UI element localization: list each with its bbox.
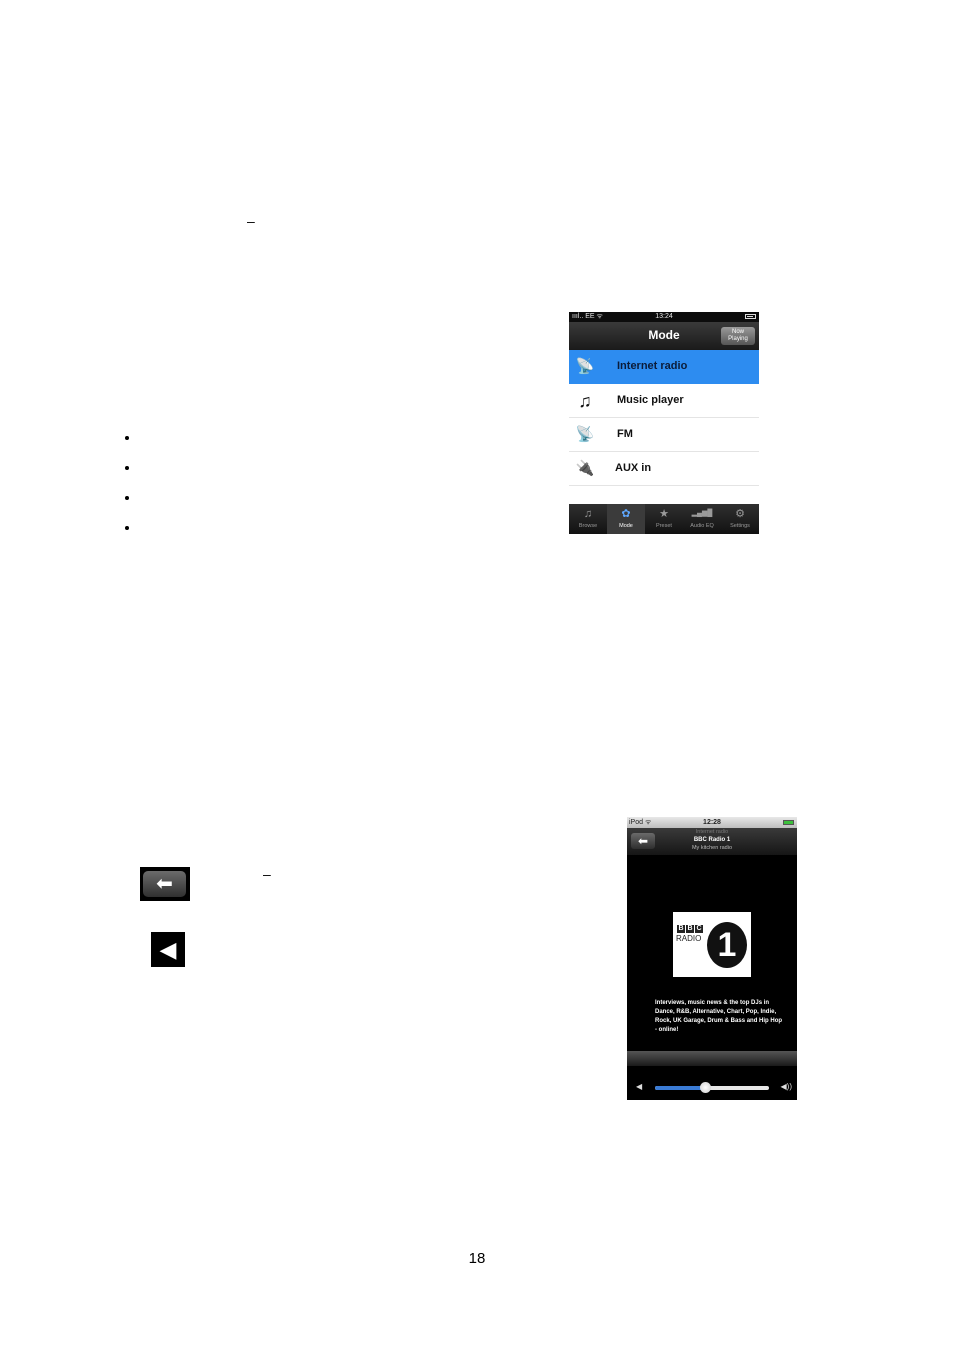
mode-item-internet-radio[interactable]: 📡 Internet radio <box>569 350 759 384</box>
tab-label: Browse <box>578 523 598 529</box>
volume-min-icon: ◀ <box>636 1082 643 1091</box>
tab-label: Preset <box>656 523 672 529</box>
tab-label: Mode <box>619 523 633 529</box>
text-dash: – <box>247 213 255 229</box>
bullet <box>125 526 129 530</box>
back-arrow-icon: ⬅ <box>143 871 186 897</box>
mode-icon: ✿ <box>621 508 631 520</box>
now-playing-screenshot: iPod ᯤ 12:28 ⬅ Internet radio BBC Radio … <box>627 817 797 1100</box>
bbc-letter: C <box>695 925 703 933</box>
tab-label: Settings <box>730 523 750 529</box>
bullet <box>125 496 129 500</box>
bbc-letter: B <box>686 925 694 933</box>
nav-bar: ⬅ Internet radio BBC Radio 1 My kitchen … <box>627 828 797 855</box>
status-bar: iPod ᯤ 12:28 <box>627 817 797 828</box>
tab-settings[interactable]: ⚙ Settings <box>721 504 759 534</box>
tab-audio-eq[interactable]: ▂▄▆█ Audio EQ <box>683 504 721 534</box>
device-name: My kitchen radio <box>691 845 733 851</box>
status-time: 13:24 <box>655 313 673 320</box>
volume-max-icon: ◀)) <box>780 1082 792 1091</box>
status-time: 12:28 <box>703 819 721 826</box>
mode-item-label: Internet radio <box>617 360 688 372</box>
browse-icon: ♫ <box>583 508 593 520</box>
speaker-icon: ◀ <box>151 932 185 967</box>
volume-fill <box>655 1086 706 1090</box>
mode-item-label: AUX in <box>615 462 652 474</box>
equalizer-icon: ▂▄▆█ <box>691 510 713 517</box>
bullet <box>125 436 129 440</box>
station-number: 1 <box>707 922 747 968</box>
volume-knob[interactable] <box>700 1082 712 1093</box>
station-description: Interviews, music news & the top DJs in … <box>655 1000 783 1033</box>
volume-slider[interactable] <box>655 1082 769 1093</box>
tab-label: Audio EQ <box>690 523 714 529</box>
mode-item-music-player[interactable]: ♫ Music player <box>569 384 759 418</box>
radio-tower-icon: 📡 <box>575 358 595 375</box>
music-note-icon: ♫ <box>578 391 592 411</box>
tab-bar: ♫ Browse ✿ Mode ★ Preset ▂▄▆█ Audio EQ ⚙… <box>569 504 759 534</box>
radio-tower-icon: 📡 <box>575 426 595 443</box>
tab-preset[interactable]: ★ Preset <box>645 504 683 534</box>
tab-browse[interactable]: ♫ Browse <box>569 504 607 534</box>
aux-cable-icon: 🔌 <box>575 460 595 477</box>
station-name: BBC Radio 1 <box>693 837 731 843</box>
battery-icon <box>745 314 756 319</box>
page-number: 18 <box>468 1250 486 1267</box>
bullet <box>125 466 129 470</box>
text-dash: – <box>263 866 271 882</box>
now-playing-label: Playing <box>728 336 748 342</box>
tab-mode[interactable]: ✿ Mode <box>607 504 645 534</box>
back-button-illustration: ⬅ <box>140 867 190 901</box>
mode-label: Internet radio <box>695 829 729 835</box>
gear-icon: ⚙ <box>735 508 745 520</box>
control-bar <box>627 1051 797 1066</box>
mode-screen-screenshot: ıııl.. EE ᯤ 13:24 Mode Now Playing 📡 Int… <box>569 312 759 534</box>
mode-item-label: Music player <box>617 394 684 406</box>
mode-item-aux-in[interactable]: 🔌 AUX in <box>569 452 759 486</box>
now-playing-label: Now <box>731 329 744 335</box>
status-bar: ıııl.. EE ᯤ 13:24 <box>569 312 759 322</box>
bbc-blocks: B B C <box>677 925 703 933</box>
mode-item-label: FM <box>617 428 633 440</box>
battery-icon <box>783 820 794 825</box>
mode-item-fm[interactable]: 📡 FM <box>569 418 759 452</box>
star-icon: ★ <box>659 508 669 520</box>
bbc-letter: B <box>677 925 685 933</box>
radio-text: RADIO <box>676 934 702 943</box>
nav-bar: Mode Now Playing <box>569 322 759 350</box>
now-playing-button[interactable]: Now Playing <box>721 327 755 345</box>
station-logo: B B C RADIO 1 <box>673 912 751 977</box>
